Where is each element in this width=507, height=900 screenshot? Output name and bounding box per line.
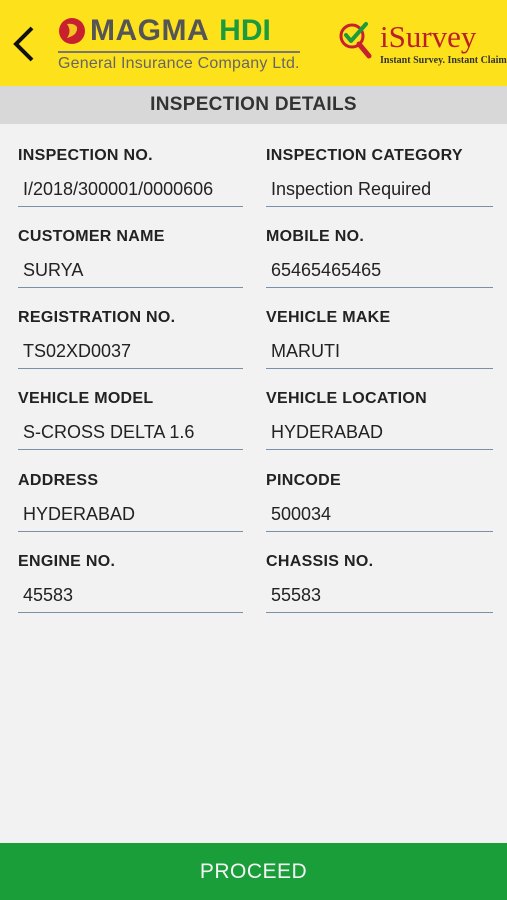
field-label: PINCODE: [266, 472, 341, 489]
registration-no-field: REGISTRATION NO. TS02XD0037: [18, 308, 248, 369]
chassis-no-field: CHASSIS NO. 55583: [266, 552, 496, 613]
brand-name-2: HDI: [219, 14, 271, 47]
vehicle-model-value[interactable]: S-CROSS DELTA 1.6: [18, 419, 243, 450]
field-label: VEHICLE MAKE: [266, 309, 391, 326]
inspection-no-value[interactable]: I/2018/300001/0000606: [18, 176, 243, 207]
brand-divider: [58, 51, 300, 53]
address-field: ADDRESS HYDERABAD: [18, 471, 248, 532]
pincode-field: PINCODE 500034: [266, 471, 496, 532]
magma-emblem-icon: [59, 18, 85, 44]
address-value[interactable]: HYDERABAD: [18, 501, 243, 532]
pincode-value[interactable]: 500034: [266, 501, 493, 532]
customer-name-value[interactable]: SURYA: [18, 257, 243, 288]
customer-name-field: CUSTOMER NAME SURYA: [18, 227, 248, 288]
field-label: MOBILE NO.: [266, 228, 365, 245]
page-title: INSPECTION DETAILS: [0, 86, 507, 124]
proceed-button[interactable]: PROCEED: [0, 843, 507, 900]
vehicle-model-field: VEHICLE MODEL S-CROSS DELTA 1.6: [18, 389, 248, 450]
field-label: INSPECTION CATEGORY: [266, 147, 463, 164]
inspection-category-value[interactable]: Inspection Required: [266, 176, 493, 207]
back-button[interactable]: [10, 24, 40, 64]
field-label: VEHICLE LOCATION: [266, 390, 427, 407]
magma-hdi-logo: MAGMA HDI General Insurance Company Ltd.: [58, 14, 303, 76]
chassis-no-value[interactable]: 55583: [266, 582, 493, 613]
chevron-left-icon: [13, 26, 34, 62]
vehicle-location-field: VEHICLE LOCATION HYDERABAD: [266, 389, 496, 450]
engine-no-field: ENGINE NO. 45583: [18, 552, 248, 613]
field-label: VEHICLE MODEL: [18, 390, 154, 407]
brand-subtitle: General Insurance Company Ltd.: [58, 55, 300, 72]
mobile-no-value[interactable]: 65465465465: [266, 257, 493, 288]
vehicle-location-value[interactable]: HYDERABAD: [266, 419, 493, 450]
field-label: ADDRESS: [18, 472, 99, 489]
field-label: REGISTRATION NO.: [18, 309, 176, 326]
vehicle-make-value[interactable]: MARUTI: [266, 338, 493, 369]
app-name: iSurvey: [380, 19, 477, 54]
inspection-category-field: INSPECTION CATEGORY Inspection Required: [266, 146, 496, 207]
vehicle-make-field: VEHICLE MAKE MARUTI: [266, 308, 496, 369]
brand-name: MAGMA: [90, 14, 210, 47]
mobile-no-field: MOBILE NO. 65465465465: [266, 227, 496, 288]
app-header: MAGMA HDI General Insurance Company Ltd.…: [0, 0, 507, 86]
registration-no-value[interactable]: TS02XD0037: [18, 338, 243, 369]
field-label: CUSTOMER NAME: [18, 228, 165, 245]
field-label: CHASSIS NO.: [266, 553, 374, 570]
magnifier-check-icon: [339, 22, 372, 59]
field-label: ENGINE NO.: [18, 553, 116, 570]
app-tagline: Instant Survey. Instant Claim.: [380, 55, 507, 66]
isurvey-logo: iSurvey Instant Survey. Instant Claim.: [336, 18, 507, 70]
inspection-no-field: INSPECTION NO. I/2018/300001/0000606: [18, 146, 248, 207]
engine-no-value[interactable]: 45583: [18, 582, 243, 613]
field-label: INSPECTION NO.: [18, 147, 153, 164]
